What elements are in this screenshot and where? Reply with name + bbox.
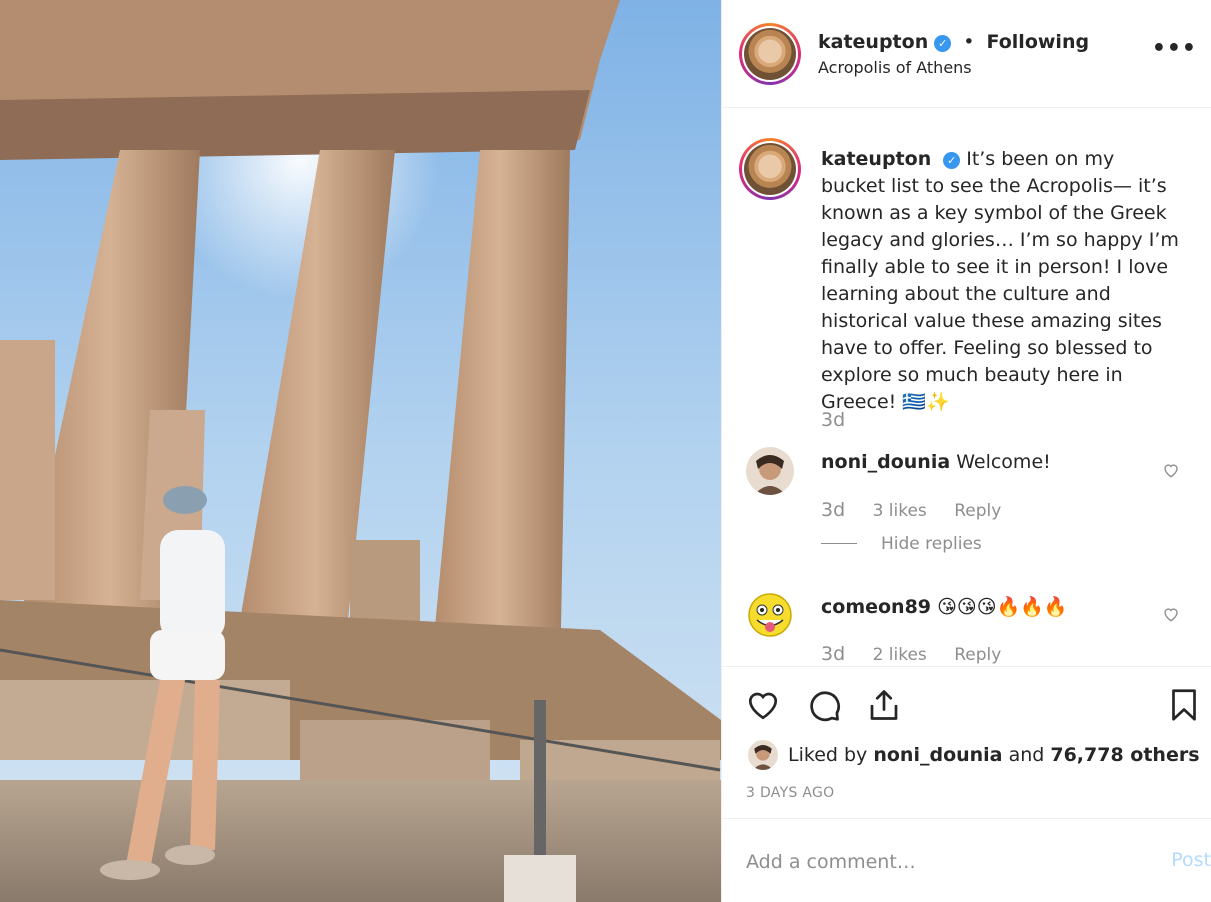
comment-username[interactable]: comeon89 <box>821 596 931 618</box>
separator-dot: • <box>963 31 975 53</box>
comment-likes[interactable]: 2 likes <box>873 645 927 665</box>
follow-button[interactable]: Following <box>987 31 1090 53</box>
replies-line <box>821 543 857 544</box>
author-name-row: kateupton ✓ • Following <box>818 31 1089 53</box>
comment-like-heart-icon[interactable] <box>1162 605 1180 623</box>
post-actions: Liked by noni_dounia and 76,778 others 3… <box>722 666 1211 818</box>
comment-reply-button[interactable]: Reply <box>954 645 1001 665</box>
comment-input[interactable] <box>746 847 1126 877</box>
temple-columns-photo <box>0 0 721 902</box>
comment-reply-button[interactable]: Reply <box>954 501 1001 521</box>
post-timestamp[interactable]: 3 DAYS AGO <box>746 785 834 801</box>
comment-time[interactable]: 3d <box>821 643 845 665</box>
likes-summary: Liked by noni_dounia and 76,778 others <box>748 740 1200 770</box>
comment-row: noni_dounia Welcome! <box>821 451 1051 473</box>
caption-text: It’s been on my bucket list to see the A… <box>821 148 1179 413</box>
comment-like-heart-icon[interactable] <box>1162 461 1180 479</box>
author-avatar[interactable] <box>739 23 801 85</box>
verified-badge-icon: ✓ <box>934 35 952 52</box>
more-dots-icon[interactable]: ••• <box>1152 36 1197 61</box>
comment-row: comeon89 😘😘😘🔥🔥🔥 <box>821 595 1067 618</box>
caption: kateupton ✓ It’s been on my bucket list to… <box>821 146 1181 416</box>
comment-time[interactable]: 3d <box>821 499 845 521</box>
comments-section[interactable]: kateupton ✓ It’s been on my bucket list to… <box>722 109 1211 666</box>
comment-username[interactable]: noni_dounia <box>821 451 950 473</box>
author-username[interactable]: kateupton <box>818 31 928 53</box>
commenter-avatar[interactable] <box>746 591 794 639</box>
comment-form: Post <box>722 818 1211 902</box>
comment-likes[interactable]: 3 likes <box>873 501 927 521</box>
likes-prefix: Liked by <box>788 744 868 766</box>
hide-replies-label: Hide replies <box>881 534 982 554</box>
comment-text: 😘😘😘🔥🔥🔥 <box>937 596 1068 618</box>
likes-and: and <box>1008 744 1045 766</box>
comment-icon[interactable] <box>806 687 842 723</box>
heart-icon[interactable] <box>745 687 781 723</box>
caption-author-avatar[interactable] <box>739 138 801 200</box>
post-button[interactable]: Post <box>1171 849 1211 871</box>
likes-user[interactable]: noni_dounia <box>873 744 1002 766</box>
likes-others[interactable]: 76,778 others <box>1050 744 1199 766</box>
hide-replies-button[interactable]: Hide replies <box>821 534 982 554</box>
liker-avatar[interactable] <box>748 740 778 770</box>
location-link[interactable]: Acropolis of Athens <box>818 58 972 77</box>
verified-badge-icon: ✓ <box>943 152 961 169</box>
post-details-panel: kateupton ✓ • Following Acropolis of Athe… <box>722 0 1211 902</box>
post-photo[interactable] <box>0 0 721 902</box>
comment-meta: 3d 2 likes Reply <box>821 643 1023 665</box>
caption-username[interactable]: kateupton <box>821 148 931 170</box>
comment-meta: 3d 3 likes Reply <box>821 499 1023 521</box>
bookmark-icon[interactable] <box>1166 687 1202 723</box>
commenter-avatar[interactable] <box>746 447 794 495</box>
share-icon[interactable] <box>866 687 902 723</box>
caption-time[interactable]: 3d <box>821 409 845 431</box>
comment-text: Welcome! <box>956 451 1051 473</box>
post-header: kateupton ✓ • Following Acropolis of Athe… <box>722 0 1211 108</box>
